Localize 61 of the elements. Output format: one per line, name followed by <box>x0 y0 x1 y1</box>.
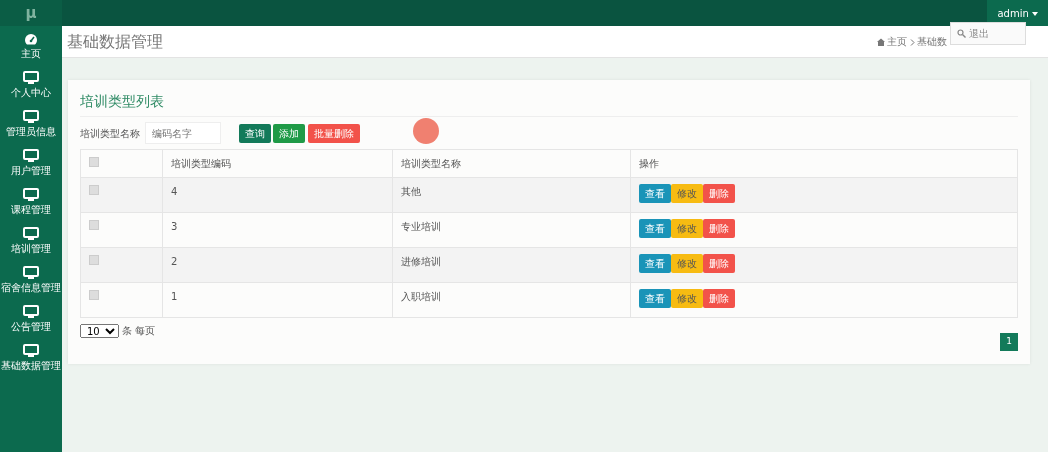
monitor-icon <box>23 188 39 202</box>
table-cell: 入职培训 <box>392 282 631 318</box>
dashboard-icon <box>24 33 38 45</box>
delete-button[interactable]: 删除 <box>703 254 735 273</box>
query-button[interactable]: 查询 <box>238 123 271 143</box>
table-cell: 2 <box>162 247 393 283</box>
monitor-icon <box>23 227 39 241</box>
edit-button[interactable]: 修改 <box>671 219 703 238</box>
caret-icon <box>1032 11 1038 16</box>
breadcrumb-link[interactable]: 基础数 <box>917 34 947 49</box>
sidebar-item[interactable]: 用户管理 <box>0 143 62 182</box>
add-button[interactable]: 添加 <box>273 123 305 143</box>
monitor-icon <box>23 266 39 280</box>
breadcrumb-link[interactable]: 主页 <box>887 34 907 49</box>
view-button[interactable]: 查看 <box>639 254 671 273</box>
page-size-select[interactable]: 10 <box>80 323 119 338</box>
click-indicator <box>413 118 439 144</box>
page-size-label: 条 每页 <box>121 324 155 338</box>
delete-button[interactable]: 批量删除 <box>307 123 360 143</box>
select-all-checkbox[interactable] <box>89 157 99 167</box>
monitor-icon <box>23 110 39 124</box>
sidebar-item[interactable]: 管理员信息 <box>0 104 62 143</box>
monitor-icon <box>23 344 39 358</box>
sidebar-item[interactable]: 基础数据管理 <box>0 338 62 377</box>
table-cell: 进修培训 <box>392 247 631 283</box>
sidebar-item[interactable]: 公告管理 <box>0 299 62 338</box>
table-cell: 1 <box>162 282 393 318</box>
sidebar-item[interactable]: 课程管理 <box>0 182 62 221</box>
page-button[interactable]: 1 <box>1000 333 1018 351</box>
delete-button[interactable]: 删除 <box>703 289 735 308</box>
edit-button[interactable]: 修改 <box>671 289 703 308</box>
row-checkbox[interactable] <box>89 185 99 195</box>
view-button[interactable]: 查看 <box>639 219 671 238</box>
search-field[interactable]: 编码名字 <box>145 122 221 144</box>
field-label: 培训类型名称 <box>80 126 140 141</box>
delete-button[interactable]: 删除 <box>703 184 735 203</box>
edit-button[interactable]: 修改 <box>671 184 703 203</box>
monitor-icon <box>23 305 39 319</box>
table-cell: 其他 <box>392 177 631 213</box>
sidebar-item[interactable]: 主页 <box>0 26 62 65</box>
view-button[interactable]: 查看 <box>639 184 671 203</box>
row-checkbox[interactable] <box>89 220 99 230</box>
page-title: 基础数据管理 <box>67 30 163 53</box>
monitor-icon <box>23 71 39 85</box>
edit-button[interactable]: 修改 <box>671 254 703 273</box>
sidebar-item[interactable]: 个人中心 <box>0 65 62 104</box>
sidebar-item[interactable]: 宿舍信息管理 <box>0 260 62 299</box>
row-checkbox[interactable] <box>89 255 99 265</box>
magnifier-icon <box>957 29 966 38</box>
delete-button[interactable]: 删除 <box>703 219 735 238</box>
row-checkbox[interactable] <box>89 290 99 300</box>
home-icon <box>876 37 885 46</box>
sidebar-item[interactable]: 培训管理 <box>0 221 62 260</box>
table-cell: 4 <box>162 177 393 213</box>
card-title: 培训类型列表 <box>80 88 1018 117</box>
chevron-icon <box>909 38 915 46</box>
logout-menu-item[interactable]: 退出 <box>957 26 1019 41</box>
view-button[interactable]: 查看 <box>639 289 671 308</box>
logo: μ <box>0 0 62 26</box>
user-menu-button[interactable]: admin <box>987 0 1048 26</box>
monitor-icon <box>23 149 39 163</box>
